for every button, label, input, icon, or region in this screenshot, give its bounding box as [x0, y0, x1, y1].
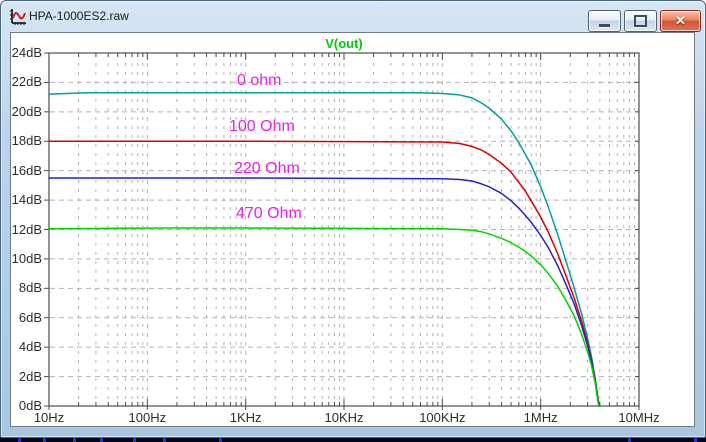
- window-controls: ✕: [588, 10, 701, 32]
- x-tick-label: 100Hz: [112, 410, 182, 425]
- window-title: HPA-1000ES2.raw: [29, 9, 129, 23]
- plot-pane[interactable]: V(out) 0 ohm100 Ohm220 Ohm470 Ohm 24dB22…: [10, 32, 695, 427]
- y-tick-label: 12dB: [11, 222, 42, 237]
- minimize-icon: [599, 24, 610, 27]
- annotation-label: 0 ohm: [237, 72, 281, 90]
- y-tick-label: 10dB: [11, 251, 42, 266]
- plot-window: HPA-1000ES2.raw ✕ V(out) 0 ohm100 Ohm220…: [0, 0, 706, 438]
- x-tick-label: 1KHz: [211, 410, 281, 425]
- x-tick-label: 10MHz: [604, 410, 674, 425]
- maximize-icon: [634, 15, 647, 27]
- trace-470-ohm: [49, 228, 599, 406]
- annotation-label: 470 Ohm: [236, 205, 302, 223]
- annotation-label: 220 Ohm: [234, 160, 300, 178]
- y-tick-label: 18dB: [11, 133, 42, 148]
- minimize-button[interactable]: [588, 10, 621, 32]
- y-tick-label: 4dB: [11, 339, 42, 354]
- trace-220-ohm: [49, 178, 599, 406]
- title-bar[interactable]: HPA-1000ES2.raw ✕: [1, 1, 705, 32]
- waveform-app-icon: [9, 8, 27, 26]
- y-tick-label: 16dB: [11, 163, 42, 178]
- close-icon: ✕: [675, 12, 686, 30]
- x-tick-label: 100KHz: [407, 410, 477, 425]
- close-button[interactable]: ✕: [660, 10, 701, 32]
- y-tick-label: 6dB: [11, 310, 42, 325]
- y-tick-label: 24dB: [11, 45, 42, 60]
- annotation-label: 100 Ohm: [229, 118, 295, 136]
- y-tick-label: 14dB: [11, 192, 42, 207]
- trace-0-ohm: [49, 93, 599, 406]
- x-tick-label: 1MHz: [506, 410, 576, 425]
- x-tick-label: 10Hz: [14, 410, 84, 425]
- y-tick-label: 20dB: [11, 104, 42, 119]
- y-tick-label: 2dB: [11, 369, 42, 384]
- x-tick-label: 10KHz: [309, 410, 379, 425]
- y-tick-label: 8dB: [11, 280, 42, 295]
- trace-100-ohm: [49, 141, 599, 406]
- plot-canvas[interactable]: [11, 33, 696, 428]
- maximize-button[interactable]: [624, 10, 657, 32]
- y-tick-label: 22dB: [11, 74, 42, 89]
